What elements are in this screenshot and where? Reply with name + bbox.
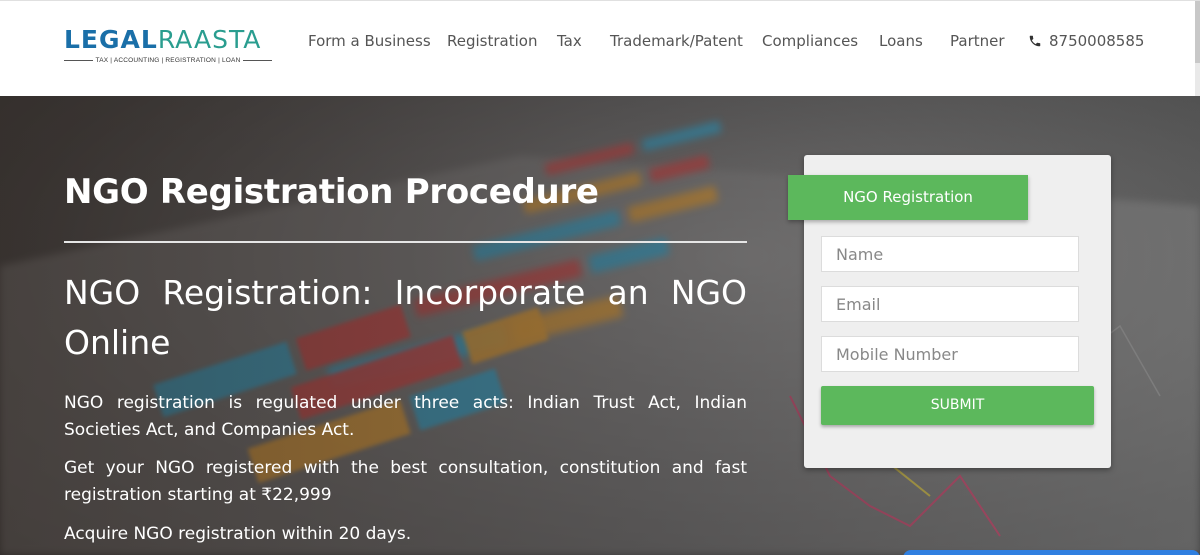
- nav-compliances[interactable]: Compliances: [762, 32, 858, 50]
- form-tab-label: NGO Registration: [788, 175, 1028, 220]
- nav-form-a-business[interactable]: Form a Business: [308, 32, 431, 50]
- hero-subtitle: NGO Registration: Incorporate an NGO Onl…: [64, 273, 747, 362]
- logo-brand-bold: LEGAL: [64, 25, 158, 54]
- logo-tagline: TAX | ACCOUNTING | REGISTRATION | LOAN: [95, 57, 241, 64]
- chat-widget-tab[interactable]: [903, 550, 1200, 555]
- phone-link[interactable]: 8750008585: [1028, 32, 1144, 50]
- logo[interactable]: LEGALRAASTA TAX | ACCOUNTING | REGISTRAT…: [64, 25, 272, 64]
- hero-paragraph-acts: NGO registration is regulated under thre…: [64, 393, 747, 440]
- page-title: NGO Registration Procedure: [64, 172, 599, 212]
- hero-paragraph-timeline: Acquire NGO registration within 20 days.: [64, 524, 412, 544]
- logo-wordmark: LEGALRAASTA: [64, 25, 272, 55]
- submit-button[interactable]: SUBMIT: [821, 386, 1094, 425]
- nav-tax[interactable]: Tax: [557, 32, 582, 50]
- phone-number: 8750008585: [1049, 32, 1145, 50]
- name-input[interactable]: [821, 236, 1079, 272]
- scrollbar-thumb[interactable]: [1195, 1, 1200, 63]
- logo-brand-light: RAASTA: [157, 25, 262, 54]
- phone-icon: [1029, 35, 1041, 47]
- hero-section: NGO Registration Procedure NGO Registrat…: [0, 96, 1200, 555]
- nav-trademark-patent[interactable]: Trademark/Patent: [610, 32, 743, 50]
- nav-partner[interactable]: Partner: [950, 32, 1005, 50]
- logo-line-right: [243, 60, 272, 61]
- nav-loans[interactable]: Loans: [879, 32, 923, 50]
- nav-registration[interactable]: Registration: [447, 32, 537, 50]
- page-scrollbar[interactable]: [1195, 1, 1200, 97]
- mobile-number-input[interactable]: [821, 336, 1079, 372]
- site-header: LEGALRAASTA TAX | ACCOUNTING | REGISTRAT…: [0, 0, 1200, 97]
- logo-tagline-row: TAX | ACCOUNTING | REGISTRATION | LOAN: [64, 57, 272, 64]
- title-divider: [64, 241, 747, 243]
- hero-paragraph-pricing: Get your NGO registered with the best co…: [64, 458, 747, 505]
- email-input[interactable]: [821, 286, 1079, 322]
- logo-line-left: [64, 60, 93, 61]
